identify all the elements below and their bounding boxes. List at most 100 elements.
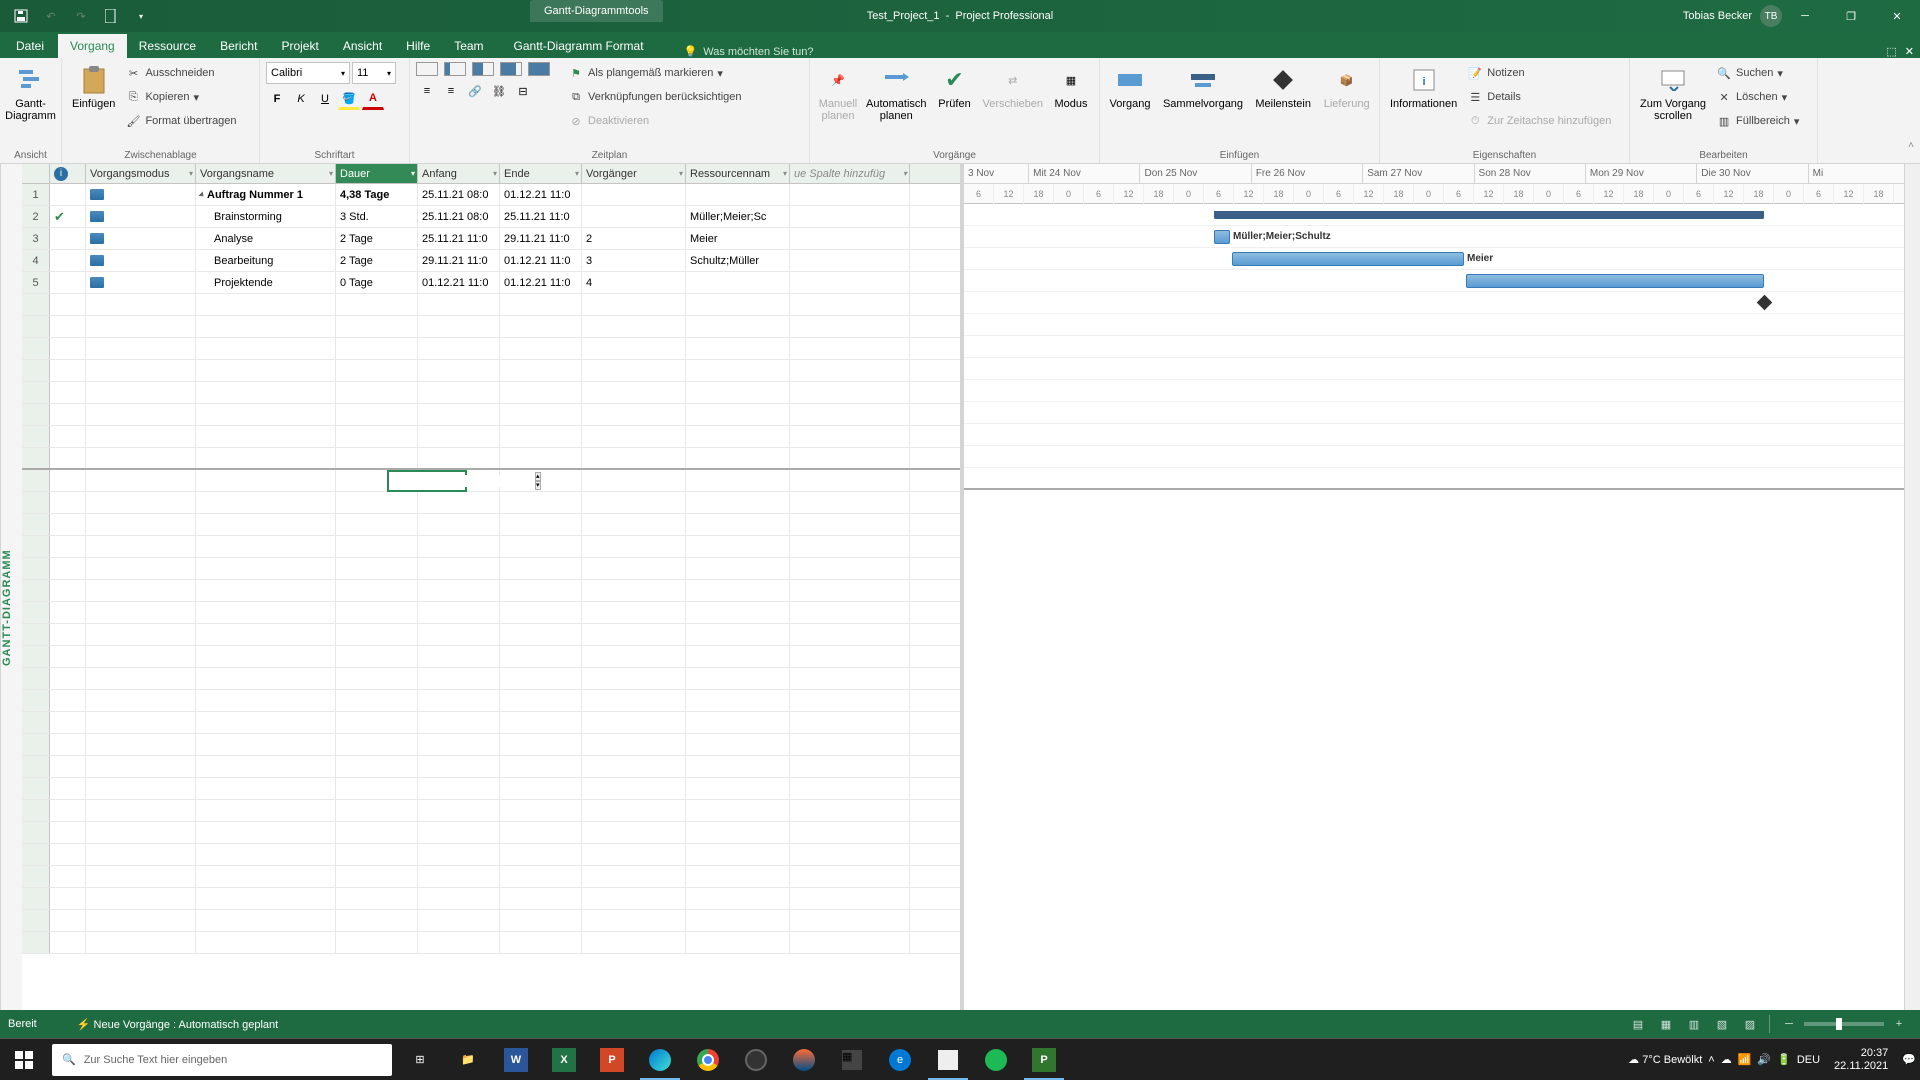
pred-cell[interactable]: 3 [582, 250, 686, 271]
duration-input[interactable] [389, 475, 535, 487]
notes-button[interactable]: 📝Notizen [1467, 62, 1611, 84]
tray-network-icon[interactable]: 📶 [1738, 1053, 1752, 1066]
col-start[interactable]: Anfang▾ [418, 164, 500, 183]
tab-project[interactable]: Projekt [269, 34, 330, 58]
tray-volume-icon[interactable]: 🔊 [1757, 1053, 1771, 1066]
res-cell[interactable] [686, 272, 790, 293]
empty-row[interactable] [22, 558, 960, 580]
empty-row[interactable] [22, 668, 960, 690]
add-cell[interactable] [790, 228, 910, 249]
word-icon[interactable]: W [492, 1039, 540, 1080]
insert-milestone-button[interactable]: Meilenstein [1252, 62, 1314, 112]
indicator-cell[interactable]: ✔ [50, 206, 86, 227]
pct-50-button[interactable] [472, 62, 494, 76]
paste-button[interactable]: Einfügen [68, 62, 119, 112]
view-report-icon[interactable]: ▨ [1737, 1013, 1763, 1035]
spinner-control[interactable]: ▴▾ [535, 472, 541, 490]
tab-help[interactable]: Hilfe [394, 34, 442, 58]
scroll-to-task-button[interactable]: Zum Vorgang scrollen [1636, 62, 1710, 124]
italic-button[interactable]: K [290, 88, 312, 110]
user-avatar[interactable]: TB [1760, 5, 1782, 27]
pred-cell[interactable] [582, 206, 686, 227]
empty-row[interactable] [22, 624, 960, 646]
fill-button[interactable]: ▥Füllbereich ▾ [1716, 110, 1799, 132]
duration-cell[interactable]: 0 Tage [336, 272, 418, 293]
font-size-combo[interactable]: 11▾ [352, 62, 396, 84]
indicator-cell[interactable] [50, 272, 86, 293]
col-mode[interactable]: Vorgangsmodus▾ [86, 164, 196, 183]
start-button[interactable] [0, 1039, 48, 1080]
add-cell[interactable] [790, 184, 910, 205]
fill-color-button[interactable]: 🪣 [338, 88, 360, 110]
summary-bar[interactable] [1214, 211, 1764, 219]
name-cell[interactable]: Bearbeitung [196, 250, 336, 271]
row-number[interactable]: 3 [22, 228, 50, 249]
split-button[interactable]: ⊟ [512, 80, 534, 102]
pred-cell[interactable]: 4 [582, 272, 686, 293]
task-view-icon[interactable]: ⊞ [396, 1039, 444, 1080]
collapse-icon[interactable] [198, 192, 205, 199]
empty-row[interactable] [22, 492, 960, 514]
view-team-icon[interactable]: ▥ [1681, 1013, 1707, 1035]
zoom-in-icon[interactable]: + [1886, 1013, 1912, 1035]
col-resources[interactable]: Ressourcennam▾ [686, 164, 790, 183]
weather-widget[interactable]: ☁ 7°C Bewölkt [1628, 1053, 1702, 1066]
col-duration[interactable]: Dauer▾ [336, 164, 418, 183]
tab-format[interactable]: Gantt-Diagramm Format [502, 34, 656, 58]
pct-0-button[interactable] [416, 62, 438, 76]
empty-row[interactable] [22, 800, 960, 822]
ribbon-close-icon[interactable]: ✕ [1905, 45, 1914, 58]
collapse-ribbon-icon[interactable]: ˄ [1908, 140, 1914, 151]
edge-legacy-icon[interactable]: e [876, 1039, 924, 1080]
font-color-button[interactable]: A [362, 88, 384, 110]
table-row[interactable]: 2 ✔ Brainstorming 3 Std. 25.11.21 08:0 2… [22, 206, 960, 228]
delete-button[interactable]: ✕Löschen ▾ [1716, 86, 1799, 108]
gantt-chart[interactable]: 3 NovMit 24 NovDon 25 NovFre 26 NovSam 2… [964, 164, 1920, 1052]
start-cell[interactable]: 01.12.21 11:0 [418, 272, 500, 293]
row-number[interactable]: 4 [22, 250, 50, 271]
app-icon-3[interactable] [924, 1039, 972, 1080]
empty-row[interactable] [22, 712, 960, 734]
empty-row[interactable] [22, 338, 960, 360]
empty-row[interactable] [22, 360, 960, 382]
row-number[interactable]: 5 [22, 272, 50, 293]
empty-row[interactable] [22, 580, 960, 602]
manual-schedule-button[interactable]: 📌Manuell planen [816, 62, 860, 124]
link-button[interactable]: 🔗 [464, 80, 486, 102]
app-icon-1[interactable] [780, 1039, 828, 1080]
res-cell[interactable]: Meier [686, 228, 790, 249]
milestone-marker[interactable] [1757, 295, 1773, 311]
tray-lang[interactable]: DEU [1797, 1054, 1820, 1066]
view-resource-icon[interactable]: ▧ [1709, 1013, 1735, 1035]
percent-complete-buttons[interactable] [416, 62, 552, 76]
end-cell[interactable]: 01.12.21 11:0 [500, 250, 582, 271]
edge-icon[interactable] [636, 1039, 684, 1080]
tell-me-search[interactable]: 💡Was möchten Sie tun? [684, 45, 814, 58]
indicator-cell[interactable] [50, 250, 86, 271]
find-button[interactable]: 🔍Suchen ▾ [1716, 62, 1799, 84]
unlink-button[interactable]: ⛓ [488, 80, 510, 102]
tab-file[interactable]: Datei [4, 34, 56, 58]
ribbon-display-icon[interactable]: ⬚ [1886, 45, 1896, 58]
minimize-button[interactable]: ─ [1782, 0, 1828, 32]
spin-down-icon[interactable]: ▾ [535, 481, 541, 490]
save-icon[interactable] [8, 3, 34, 29]
duration-cell[interactable]: 3 Std. [336, 206, 418, 227]
outdent-button[interactable]: ≡ [416, 80, 438, 102]
move-button[interactable]: ⇄Verschieben [983, 62, 1044, 112]
bold-button[interactable]: F [266, 88, 288, 110]
add-cell[interactable] [790, 206, 910, 227]
maximize-button[interactable]: ❐ [1828, 0, 1874, 32]
pct-75-button[interactable] [500, 62, 522, 76]
user-name[interactable]: Tobias Becker [1683, 10, 1752, 22]
empty-row[interactable] [22, 866, 960, 888]
excel-icon[interactable]: X [540, 1039, 588, 1080]
tab-task[interactable]: Vorgang [58, 34, 127, 58]
empty-row[interactable] [22, 646, 960, 668]
obs-icon[interactable] [732, 1039, 780, 1080]
end-cell[interactable]: 29.11.21 11:0 [500, 228, 582, 249]
end-cell[interactable]: 01.12.21 11:0 [500, 184, 582, 205]
chrome-icon[interactable] [684, 1039, 732, 1080]
name-cell[interactable]: Auftrag Nummer 1 [196, 184, 336, 205]
tray-clock[interactable]: 20:3722.11.2021 [1826, 1047, 1896, 1073]
